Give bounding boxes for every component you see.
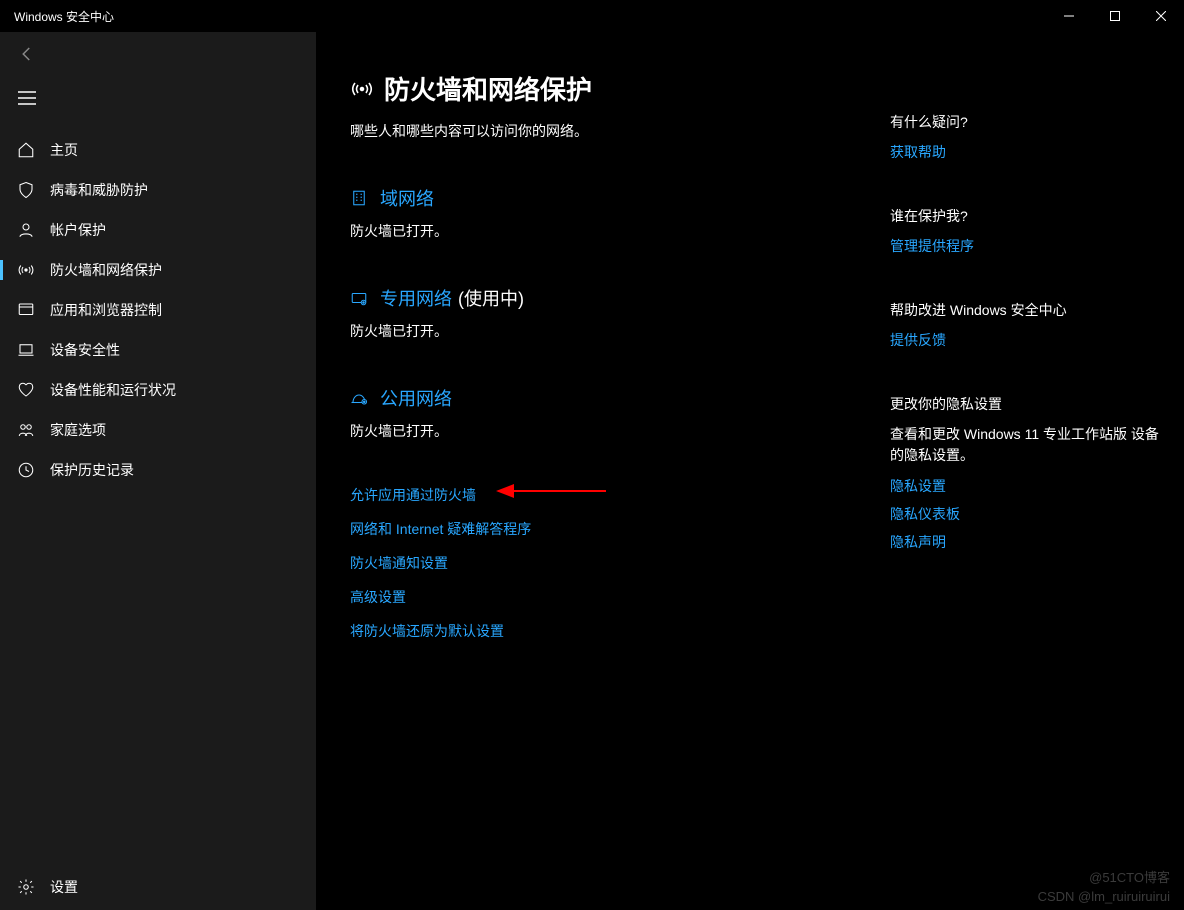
right-column: 有什么疑问? 获取帮助 谁在保护我? 管理提供程序 帮助改进 Windows 安… (890, 62, 1160, 910)
broadcast-icon (350, 77, 374, 101)
gear-icon (16, 877, 36, 897)
broadcast-icon (16, 260, 36, 280)
privacy-text: 查看和更改 Windows 11 专业工作站版 设备的隐私设置。 (890, 424, 1160, 466)
sidebar-item-label: 病毒和威胁防护 (50, 180, 148, 200)
sidebar-item-virus[interactable]: 病毒和威胁防护 (0, 170, 316, 210)
sidebar-item-family[interactable]: 家庭选项 (0, 410, 316, 450)
get-help-link[interactable]: 获取帮助 (890, 142, 1160, 162)
history-icon (16, 460, 36, 480)
privacy-settings-link[interactable]: 隐私设置 (890, 476, 1160, 496)
sidebar-item-label: 帐户保护 (50, 220, 106, 240)
hamburger-button[interactable] (0, 76, 316, 120)
private-network-suffix: (使用中) (458, 285, 524, 311)
building-icon (350, 189, 368, 207)
network-private: 专用网络 (使用中) 防火墙已打开。 (350, 285, 890, 341)
public-network-icon (350, 389, 368, 407)
domain-network-status: 防火墙已打开。 (350, 221, 890, 241)
help-title: 有什么疑问? (890, 112, 1160, 132)
network-public: 公用网络 防火墙已打开。 (350, 385, 890, 441)
watermark: @51CTO博客 (1089, 867, 1170, 886)
private-network-link[interactable]: 专用网络 (380, 285, 452, 311)
advanced-link[interactable]: 高级设置 (350, 587, 890, 607)
sidebar-settings[interactable]: 设置 (0, 864, 316, 910)
private-network-status: 防火墙已打开。 (350, 321, 890, 341)
notification-link[interactable]: 防火墙通知设置 (350, 553, 890, 573)
sidebar-item-label: 家庭选项 (50, 420, 106, 440)
improve-title: 帮助改进 Windows 安全中心 (890, 300, 1160, 320)
allow-app-link[interactable]: 允许应用通过防火墙 (350, 485, 890, 505)
public-network-link[interactable]: 公用网络 (380, 385, 452, 411)
domain-network-link[interactable]: 域网络 (380, 185, 434, 211)
restore-default-link[interactable]: 将防火墙还原为默认设置 (350, 621, 890, 641)
close-button[interactable] (1138, 0, 1184, 32)
maximize-button[interactable] (1092, 0, 1138, 32)
window-title: Windows 安全中心 (14, 8, 114, 25)
sidebar-item-health[interactable]: 设备性能和运行状况 (0, 370, 316, 410)
back-button[interactable] (0, 32, 316, 76)
page-title: 防火墙和网络保护 (384, 70, 592, 107)
network-domain: 域网络 防火墙已打开。 (350, 185, 890, 241)
nav: 主页 病毒和威胁防护 帐户保护 防火墙和网络保护 应用和浏览器控制 设备安全性 (0, 130, 316, 864)
app-icon (16, 300, 36, 320)
sidebar-item-history[interactable]: 保护历史记录 (0, 450, 316, 490)
sidebar-item-firewall[interactable]: 防火墙和网络保护 (0, 250, 316, 290)
manage-providers-link[interactable]: 管理提供程序 (890, 236, 1160, 256)
sidebar: 主页 病毒和威胁防护 帐户保护 防火墙和网络保护 应用和浏览器控制 设备安全性 (0, 32, 316, 910)
private-network-icon (350, 289, 368, 307)
sidebar-item-label: 防火墙和网络保护 (50, 260, 162, 280)
feedback-link[interactable]: 提供反馈 (890, 330, 1160, 350)
person-icon (16, 220, 36, 240)
page-subtitle: 哪些人和哪些内容可以访问你的网络。 (350, 121, 890, 141)
sidebar-item-label: 设备性能和运行状况 (50, 380, 176, 400)
main-content: 防火墙和网络保护 哪些人和哪些内容可以访问你的网络。 域网络 防火墙已打开。 专… (316, 32, 1184, 910)
public-network-status: 防火墙已打开。 (350, 421, 890, 441)
heart-icon (16, 380, 36, 400)
sidebar-item-home[interactable]: 主页 (0, 130, 316, 170)
settings-label: 设置 (50, 877, 78, 897)
sidebar-item-devicesec[interactable]: 设备安全性 (0, 330, 316, 370)
titlebar: Windows 安全中心 (0, 0, 1184, 32)
privacy-dashboard-link[interactable]: 隐私仪表板 (890, 504, 1160, 524)
privacy-title: 更改你的隐私设置 (890, 394, 1160, 414)
home-icon (16, 140, 36, 160)
laptop-icon (16, 340, 36, 360)
minimize-button[interactable] (1046, 0, 1092, 32)
sidebar-item-account[interactable]: 帐户保护 (0, 210, 316, 250)
firewall-links: 允许应用通过防火墙 网络和 Internet 疑难解答程序 防火墙通知设置 高级… (350, 485, 890, 641)
window-controls (1046, 0, 1184, 32)
family-icon (16, 420, 36, 440)
sidebar-item-label: 应用和浏览器控制 (50, 300, 162, 320)
sidebar-item-label: 设备安全性 (50, 340, 120, 360)
sidebar-item-appbrowser[interactable]: 应用和浏览器控制 (0, 290, 316, 330)
sidebar-item-label: 主页 (50, 140, 78, 160)
shield-icon (16, 180, 36, 200)
privacy-statement-link[interactable]: 隐私声明 (890, 532, 1160, 552)
sidebar-item-label: 保护历史记录 (50, 460, 134, 480)
protector-title: 谁在保护我? (890, 206, 1160, 226)
watermark: CSDN @lm_ruiruiruirui (1038, 889, 1170, 904)
troubleshoot-link[interactable]: 网络和 Internet 疑难解答程序 (350, 519, 890, 539)
